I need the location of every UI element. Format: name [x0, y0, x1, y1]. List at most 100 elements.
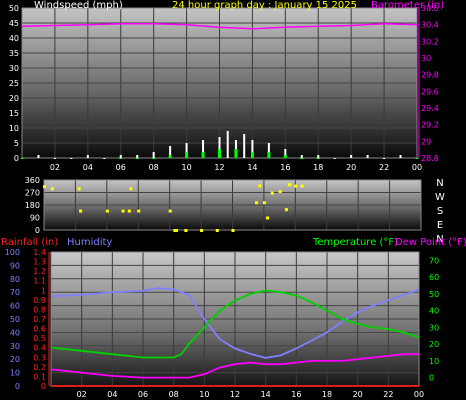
wind-direction-point — [231, 229, 235, 232]
direction-tick-label: 360 — [25, 176, 40, 185]
gust-bar — [283, 155, 287, 158]
rainfall-tick-label: 1.1 — [33, 277, 46, 286]
windspeed-tick-label: 30 — [9, 64, 19, 73]
gust-bar — [316, 158, 320, 159]
humidity-tick-label: 50 — [10, 315, 20, 324]
temperature-tick-label: 10 — [429, 357, 439, 366]
windspeed-tick-label: 10 — [9, 124, 19, 133]
windspeed-axis-label: Windspeed (mph) — [34, 0, 123, 11]
x-tick-label-top: 10 — [181, 163, 191, 172]
rainfall-tick-label: 0.9 — [33, 296, 46, 305]
compass-tick-label: W — [435, 192, 445, 203]
wind-direction-point — [184, 229, 188, 232]
humidity-tick-label: 30 — [10, 342, 20, 351]
humidity-tick-label: 40 — [10, 328, 20, 337]
x-tick-label-bottom: 10 — [199, 390, 209, 399]
compass-tick-label: N — [436, 178, 443, 189]
gust-bar — [234, 149, 238, 158]
wind-direction-point — [121, 209, 125, 213]
barometer-tick-label: 30 — [421, 54, 431, 63]
gust-bar — [119, 158, 123, 159]
temperature-axis-label: Temperature (°F) — [312, 237, 398, 248]
rainfall-tick-label: 0.5 — [33, 334, 46, 343]
humidity-tick-label: 10 — [10, 369, 20, 378]
windspeed-bar — [70, 158, 73, 159]
gust-bar — [185, 152, 189, 158]
wind-direction-point — [43, 185, 46, 189]
windspeed-bar — [243, 134, 246, 158]
wind-direction-point — [168, 209, 172, 213]
humidity-tick-label: 100 — [5, 248, 20, 257]
wind-direction-point — [294, 184, 298, 188]
windspeed-bar — [86, 155, 89, 158]
wind-direction-point — [270, 191, 274, 195]
gust-bar — [135, 158, 139, 159]
wind-direction-point — [77, 187, 81, 191]
wind-direction-point — [278, 190, 282, 194]
weather-graph: 02 02 04 04 06 06 08 08 10 10 12 12 14 14 16 16 18 18 20 20… — [0, 0, 466, 400]
rainfall-tick-label: 0.1 — [33, 372, 46, 381]
windspeed-bar — [333, 158, 336, 159]
x-tick-label-bottom: 04 — [107, 390, 117, 399]
wind-direction-point — [255, 201, 259, 205]
windspeed-bar — [317, 155, 320, 158]
temperature-tick-label: 70 — [429, 256, 439, 265]
x-tick-label-bottom: 20 — [353, 390, 363, 399]
wind-direction-point — [105, 209, 109, 213]
x-tick-label-bottom: 06 — [138, 390, 148, 399]
wind-direction-point — [300, 184, 304, 188]
windspeed-bar — [350, 155, 353, 158]
rainfall-tick-label: 0.3 — [33, 353, 46, 362]
direction-tick-label: 180 — [25, 201, 40, 210]
x-tick-label-bottom: 08 — [169, 390, 179, 399]
windspeed-bar — [399, 155, 402, 158]
windspeed-bar — [383, 158, 386, 159]
x-tick-label-top: 20 — [346, 163, 356, 172]
x-tick-label-top: 04 — [83, 163, 93, 172]
x-tick-label-bottom: 16 — [291, 390, 301, 399]
windspeed-bar — [37, 155, 40, 158]
barometer-tick-label: 29.6 — [421, 87, 439, 96]
x-tick-label-bottom: 00 — [414, 390, 424, 399]
barometer-tick-label: 29.8 — [421, 71, 439, 80]
temperature-tick-label: 50 — [429, 290, 439, 299]
x-tick-label-top: 02 — [50, 163, 60, 172]
rainfall-tick-label: 0.6 — [33, 325, 46, 334]
windspeed-tick-label: 35 — [9, 49, 19, 58]
temperature-tick-label: 40 — [429, 307, 439, 316]
windspeed-bar — [136, 155, 139, 158]
rainfall-tick-label: 1.2 — [33, 267, 46, 276]
temperature-tick-label: 30 — [429, 323, 439, 332]
x-tick-label-top: 08 — [149, 163, 159, 172]
windspeed-tick-label: 40 — [9, 34, 19, 43]
x-tick-label-bottom: 22 — [383, 390, 393, 399]
humidity-tick-label: 80 — [10, 275, 20, 284]
wind-direction-point — [262, 201, 266, 205]
wind-direction-point — [266, 216, 270, 220]
x-tick-label-bottom: 18 — [322, 390, 332, 399]
gust-bar — [250, 152, 254, 158]
windspeed-tick-label: 25 — [9, 79, 19, 88]
x-tick-label-top: 18 — [313, 163, 323, 172]
gust-bar — [218, 149, 221, 158]
humidity-tick-label: 90 — [10, 261, 20, 270]
rainfall-tick-label: 0 — [41, 382, 46, 391]
compass-tick-label: S — [437, 206, 443, 217]
rainfall-tick-label: 1 — [41, 286, 46, 295]
wind-direction-point — [79, 209, 83, 213]
temperature-tick-label: 60 — [429, 273, 439, 282]
wind-direction-point — [137, 209, 141, 213]
wind-direction-point — [200, 229, 204, 232]
direction-tick-label: 90 — [30, 214, 40, 223]
direction-tick-label: 0 — [35, 226, 40, 235]
wind-direction-point — [258, 184, 262, 188]
barometer-tick-label: 30.4 — [421, 21, 439, 30]
temperature-tick-label: 20 — [429, 340, 439, 349]
barometer-tick-label: 28.8 — [421, 154, 439, 163]
wind-direction-point — [50, 187, 54, 191]
humidity-tick-label: 0 — [15, 382, 20, 391]
gust-bar — [20, 158, 24, 159]
wind-direction-point — [288, 183, 292, 187]
temperature-tick-label: 0 — [429, 374, 434, 383]
barometer-tick-label: 29.2 — [421, 121, 439, 130]
